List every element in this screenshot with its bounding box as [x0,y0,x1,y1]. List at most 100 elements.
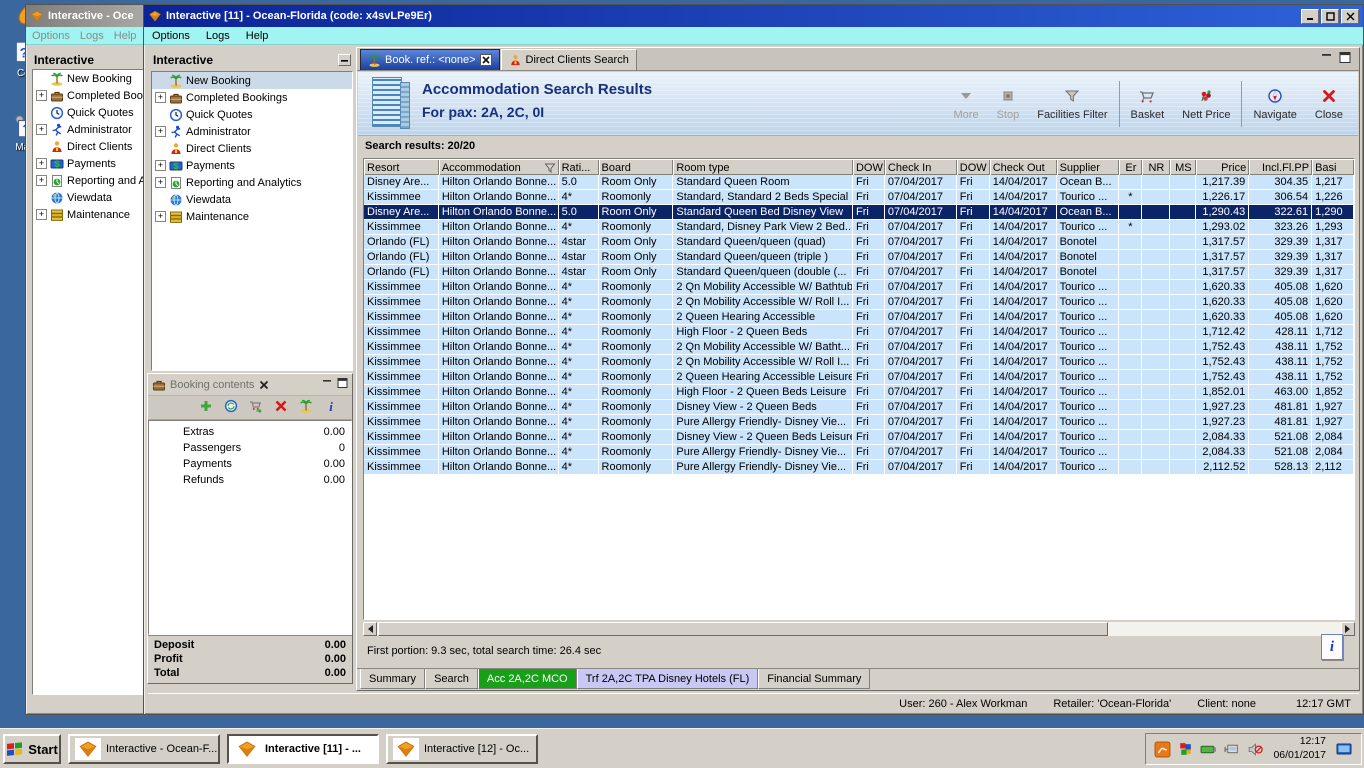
sidebar-item-reporting-and-analytics[interactable]: + Reporting and Analytics [152,174,352,191]
toolbar-nett-price-button[interactable]: Nett Price [1173,77,1239,131]
expander-icon[interactable]: + [155,177,166,188]
panel-minimize-icon[interactable] [1321,52,1333,66]
column-header-dow[interactable]: DOW [956,159,990,175]
expander-icon[interactable]: + [36,209,47,220]
table-row[interactable]: Kissimmee Hilton Orlando Bonne... 4* Roomon… [364,295,1354,310]
tab-direct-clients-search[interactable]: Direct Clients Search [500,49,637,70]
table-row[interactable]: Kissimmee Hilton Orlando Bonne... 4* Roomon… [364,430,1354,445]
scroll-left-icon[interactable] [363,622,377,636]
bottom-tab-trf-2a-2c-tpa-disney-hotels-fl[interactable]: Trf 2A,2C TPA Disney Hotels (FL) [576,669,759,689]
info-button[interactable]: i [1321,634,1343,660]
toolbar-facilities-filter-button[interactable]: Facilities Filter [1028,77,1116,131]
expander-icon[interactable]: + [155,92,166,103]
scrollbar-thumb[interactable] [378,622,1108,636]
table-row[interactable]: Orlando (FL) Hilton Orlando Bonne... 4star… [364,250,1354,265]
back-window-titlebar[interactable]: Interactive - Oce [26,5,144,27]
table-row[interactable]: Kissimmee Hilton Orlando Bonne... 4* Roomon… [364,400,1354,415]
booking-contents-titlebar[interactable]: Booking contents [148,374,352,396]
window-main[interactable]: Interactive [11] - Ocean-Florida (code: … [143,4,1364,715]
sidebar-item-payments[interactable]: + $ Payments [152,157,352,174]
toolbar-close-button[interactable]: Close [1306,77,1352,131]
table-row[interactable]: Kissimmee Hilton Orlando Bonne... 4* Roomon… [364,415,1354,430]
table-row[interactable]: Kissimmee Hilton Orlando Bonne... 4* Roomon… [364,280,1354,295]
expander-icon[interactable]: + [155,160,166,171]
booking-toolbar-info[interactable]: i [324,399,338,416]
minimize-button[interactable] [1301,8,1319,24]
column-header-accommodation[interactable]: Accommodation [438,159,559,175]
table-row[interactable]: Kissimmee Hilton Orlando Bonne... 4* Roomon… [364,355,1354,370]
panel-minimize-icon[interactable] [322,378,333,391]
menu-help[interactable]: Help [246,30,269,42]
sidebar-item-completed-bookings[interactable]: + Completed Bookings [152,89,352,106]
column-header-check-in[interactable]: Check In [884,159,957,175]
menu-logs[interactable]: Logs [80,30,104,42]
bottom-tab-search[interactable]: Search [425,669,478,689]
horizontal-scrollbar[interactable] [363,622,1355,636]
taskbar-button-interactive-ocean-f[interactable]: Interactive - Ocean-F... [68,734,220,764]
table-row[interactable]: Kissimmee Hilton Orlando Bonne... 4* Roomon… [364,325,1354,340]
column-header-dow[interactable]: DOW [852,159,885,175]
sidebar-item-maintenance[interactable]: + Maintenance [33,206,144,223]
taskbar-button-interactive-11[interactable]: Interactive [11] - ... [227,734,379,764]
window-background[interactable]: Interactive - Oce Options Logs Help Intera… [25,4,145,715]
sidebar-item-reporting-and-analytics[interactable]: + Reporting and Analytics [33,172,144,189]
bottom-tab-financial-summary[interactable]: Financial Summary [758,669,871,689]
table-row[interactable]: Kissimmee Hilton Orlando Bonne... 4* Roomon… [364,340,1354,355]
booking-toolbar-cart-move[interactable] [249,399,263,416]
panel-restore-icon[interactable] [337,378,348,391]
column-header-nr[interactable]: NR [1142,159,1171,175]
filter-funnel-icon[interactable] [544,162,556,174]
expander-icon[interactable]: + [155,211,166,222]
menu-options[interactable]: Options [32,30,70,42]
table-row[interactable]: Kissimmee Hilton Orlando Bonne... 4* Roomon… [364,310,1354,325]
table-row[interactable]: Disney Are... Hilton Orlando Bonne... 5.0 R… [364,205,1354,220]
menu-options[interactable]: Options [152,30,190,42]
column-header-check-out[interactable]: Check Out [989,159,1057,175]
column-header-ms[interactable]: MS [1170,159,1197,175]
sidebar-item-administrator[interactable]: + Administrator [152,123,352,140]
expander-icon[interactable]: + [155,126,166,137]
taskbar-button-interactive-12-oc[interactable]: Interactive [12] - Oc... [386,734,538,764]
main-window-titlebar[interactable]: Interactive [11] - Ocean-Florida (code: … [144,5,1363,27]
booking-toolbar-palm-island[interactable] [299,399,313,416]
table-row[interactable]: Kissimmee Hilton Orlando Bonne... 4* Roomon… [364,370,1354,385]
sidebar-item-viewdata[interactable]: Viewdata [152,191,352,208]
table-row[interactable]: Kissimmee Hilton Orlando Bonne... 4* Roomon… [364,385,1354,400]
menu-logs[interactable]: Logs [206,30,230,42]
column-header-board[interactable]: Board [598,159,674,175]
expander-icon[interactable]: + [36,158,47,169]
sidebar-item-direct-clients[interactable]: Direct Clients [152,140,352,157]
table-row[interactable]: Kissimmee Hilton Orlando Bonne... 4* Roomon… [364,460,1354,475]
toolbar-navigate-button[interactable]: Navigate [1244,77,1305,131]
sidebar-item-quick-quotes[interactable]: Quick Quotes [33,104,144,121]
menu-help[interactable]: Help [114,30,137,42]
close-button[interactable] [1341,8,1359,24]
expander-icon[interactable]: + [36,175,47,186]
expander-icon[interactable]: + [36,90,47,101]
sidebar-item-payments[interactable]: + $ Payments [33,155,144,172]
show-desktop-icon[interactable] [1336,741,1353,758]
panel-restore-icon[interactable] [1339,52,1351,66]
start-button[interactable]: Start [3,734,61,764]
sidebar-item-new-booking[interactable]: New Booking [152,72,352,89]
sidebar-item-completed-bookings[interactable]: + Completed Bookings [33,87,144,104]
table-row[interactable]: Kissimmee Hilton Orlando Bonne... 4* Roomon… [364,220,1354,235]
table-row[interactable]: Disney Are... Hilton Orlando Bonne... 5.0 R… [364,175,1354,190]
column-header-resort[interactable]: Resort [364,159,439,175]
table-row[interactable]: Orlando (FL) Hilton Orlando Bonne... 4star… [364,265,1354,280]
booking-toolbar-delete[interactable] [274,399,288,416]
column-header-room-type[interactable]: Room type [673,159,853,175]
panel-minimize-icon[interactable] [338,54,351,66]
maximize-button[interactable] [1321,8,1339,24]
sidebar-item-maintenance[interactable]: + Maintenance [152,208,352,225]
sidebar-item-direct-clients[interactable]: Direct Clients [33,138,144,155]
tray-clock[interactable]: 12:17 06/01/2017 [1273,735,1326,762]
scroll-right-icon[interactable] [1341,622,1355,636]
sidebar-item-viewdata[interactable]: Viewdata [33,189,144,206]
sidebar-item-administrator[interactable]: + Administrator [33,121,144,138]
column-header-supplier[interactable]: Supplier [1056,159,1120,175]
table-row[interactable]: Kissimmee Hilton Orlando Bonne... 4* Roomon… [364,445,1354,460]
booking-contents-close-icon[interactable] [258,379,270,391]
table-row[interactable]: Orlando (FL) Hilton Orlando Bonne... 4star… [364,235,1354,250]
sidebar-item-new-booking[interactable]: New Booking [33,70,144,87]
